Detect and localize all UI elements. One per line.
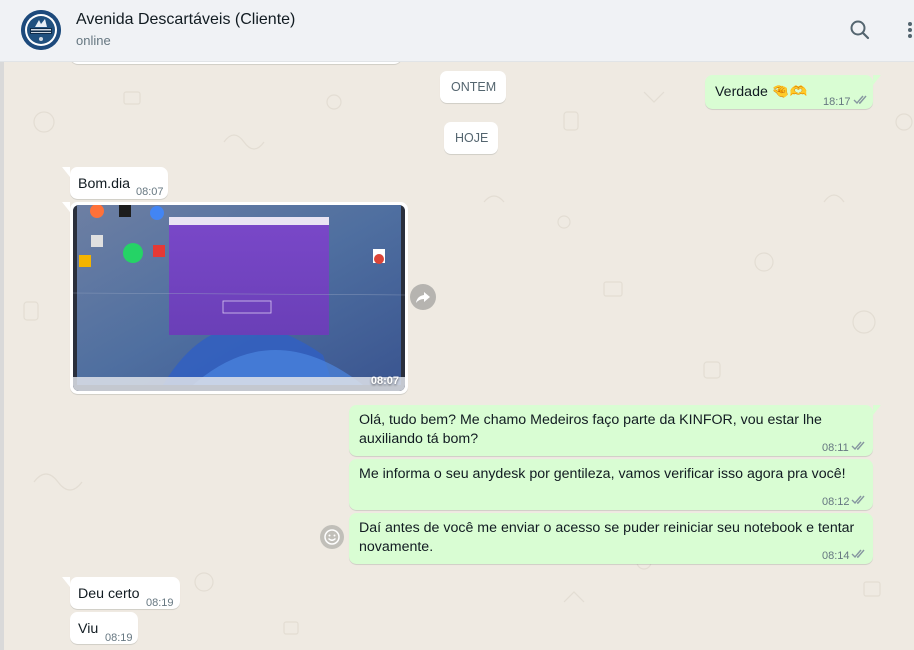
whatsapp-chat-window: Avenida Descartáveis (Cliente) online ON… (0, 0, 914, 650)
avatar-logo-image (21, 10, 61, 50)
message-outgoing[interactable]: Olá, tudo bem? Me chamo Medeiros faço pa… (349, 405, 873, 456)
message-time: 08:14 (822, 550, 850, 562)
message-list[interactable]: ONTEM HOJE Verdade 🤏🫶 18:17 Bom.dia 08:0… (4, 62, 914, 650)
message-text: Daí antes de você me enviar o acesso se … (359, 520, 855, 555)
message-outgoing[interactable]: Daí antes de você me enviar o acesso se … (349, 513, 873, 564)
more-vertical-icon (908, 22, 912, 38)
message-time: 08:07 (370, 375, 399, 387)
smiley-icon (324, 529, 340, 545)
message-text: Bom.dia (78, 176, 131, 192)
message-incoming[interactable]: Viu 08:19 (70, 612, 138, 644)
message-time: 08:07 (136, 186, 164, 198)
image-message[interactable]: 08:07 (70, 202, 408, 394)
date-divider-today: HOJE (444, 122, 498, 154)
date-divider-yesterday: ONTEM (440, 71, 506, 103)
message-time: 08:19 (146, 597, 174, 609)
bubble-tail-icon (873, 75, 881, 85)
image-thumbnail[interactable]: 08:07 (73, 205, 405, 391)
previous-message-fragment (70, 62, 402, 64)
chat-header: Avenida Descartáveis (Cliente) online (0, 0, 914, 62)
forward-arrow-icon (416, 292, 430, 303)
message-time: 18:17 (823, 96, 851, 108)
bubble-tail-icon (62, 167, 70, 177)
message-text: Olá, tudo bem? Me chamo Medeiros faço pa… (359, 412, 822, 447)
forward-button[interactable] (410, 284, 436, 310)
message-text: Me informa o seu anydesk por gentileza, … (359, 466, 846, 482)
message-outgoing[interactable]: Me informa o seu anydesk por gentileza, … (349, 459, 873, 510)
message-incoming[interactable]: Deu certo 08:19 (70, 577, 180, 609)
message-text: Verdade 🤏🫶 (715, 84, 808, 100)
search-button[interactable] (846, 16, 874, 44)
search-icon (850, 20, 870, 40)
double-check-read-icon (851, 441, 865, 451)
double-check-read-icon (851, 549, 865, 559)
menu-button[interactable] (900, 16, 914, 44)
contact-name[interactable]: Avenida Descartáveis (Cliente) (76, 11, 295, 29)
message-incoming[interactable]: Bom.dia 08:07 (70, 167, 168, 199)
react-emoji-button[interactable] (320, 525, 344, 549)
double-check-read-icon (851, 495, 865, 505)
contact-status: online (76, 33, 111, 48)
photo-of-laptop-screen (73, 205, 405, 391)
message-time: 08:11 (822, 442, 849, 454)
message-text: Viu (78, 621, 99, 637)
message-time: 08:12 (822, 496, 850, 508)
message-text: Deu certo (78, 586, 140, 602)
bubble-tail-icon (62, 202, 70, 212)
message-outgoing[interactable]: Verdade 🤏🫶 18:17 (705, 75, 873, 109)
contact-avatar[interactable] (21, 10, 61, 50)
message-time: 08:19 (105, 632, 133, 644)
bubble-tail-icon (873, 405, 881, 415)
double-check-read-icon (853, 95, 867, 105)
bubble-tail-icon (62, 577, 70, 587)
